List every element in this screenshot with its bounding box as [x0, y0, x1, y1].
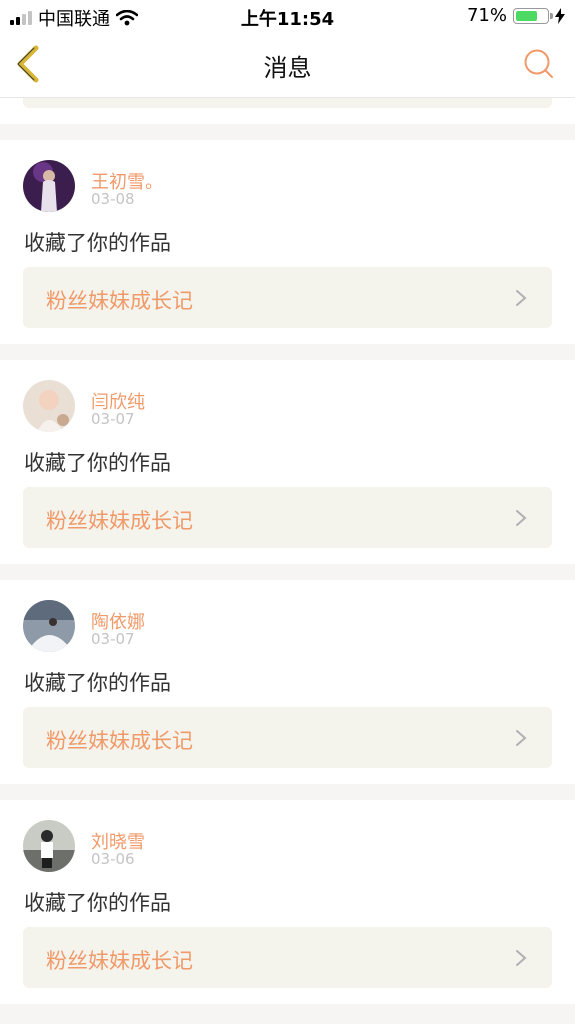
message-date: 03-06: [91, 850, 135, 868]
message-list: 王初雪。 03-08 收藏了你的作品 粉丝妹妹成长记 闫欣纯 03-07 收藏了…: [0, 140, 575, 1020]
page-title: 消息: [263, 54, 312, 82]
work-title: 粉丝妹妹成长记: [46, 509, 193, 533]
action-text: 收藏了你的作品: [24, 671, 171, 695]
battery-percent: 71%: [466, 5, 507, 26]
avatar[interactable]: [23, 380, 75, 432]
message-date: 03-07: [91, 410, 135, 428]
action-text: 收藏了你的作品: [24, 231, 171, 255]
action-text: 收藏了你的作品: [24, 451, 171, 475]
chevron-right-icon: [516, 510, 527, 526]
status-right: 71%: [467, 5, 565, 26]
action-text: 收藏了你的作品: [24, 891, 171, 915]
work-link[interactable]: 粉丝妹妹成长记: [23, 707, 552, 768]
chevron-right-icon: [516, 950, 527, 966]
status-bar: 中国联通 上午11:54 71%: [0, 0, 575, 32]
work-title: 粉丝妹妹成长记: [46, 949, 193, 973]
work-link[interactable]: 粉丝妹妹成长记: [23, 487, 552, 548]
battery-icon: [513, 7, 553, 24]
work-link[interactable]: 粉丝妹妹成长记: [23, 927, 552, 988]
work-title: 粉丝妹妹成长记: [46, 729, 193, 753]
charging-bolt-icon: [555, 7, 565, 24]
search-icon: [524, 49, 553, 78]
message-card: 闫欣纯 03-07 收藏了你的作品 粉丝妹妹成长记: [0, 360, 575, 564]
chevron-right-icon: [516, 730, 527, 746]
avatar[interactable]: [23, 160, 75, 212]
chevron-right-icon: [516, 290, 527, 306]
search-button[interactable]: [523, 48, 555, 80]
message-card: 刘晓雪 03-06 收藏了你的作品 粉丝妹妹成长记: [0, 800, 575, 1004]
partial-work-link[interactable]: [23, 98, 552, 108]
message-card: 王初雪。 03-08 收藏了你的作品 粉丝妹妹成长记: [0, 140, 575, 344]
battery-fill: [516, 10, 537, 21]
work-title: 粉丝妹妹成长记: [46, 289, 193, 313]
message-card: 陶依娜 03-07 收藏了你的作品 粉丝妹妹成长记: [0, 580, 575, 784]
work-link[interactable]: 粉丝妹妹成长记: [23, 267, 552, 328]
avatar[interactable]: [23, 820, 75, 872]
partial-message-card: [0, 98, 575, 124]
message-date: 03-07: [91, 630, 135, 648]
avatar[interactable]: [23, 600, 75, 652]
message-date: 03-08: [91, 190, 135, 208]
nav-bar: 消息: [0, 32, 575, 98]
